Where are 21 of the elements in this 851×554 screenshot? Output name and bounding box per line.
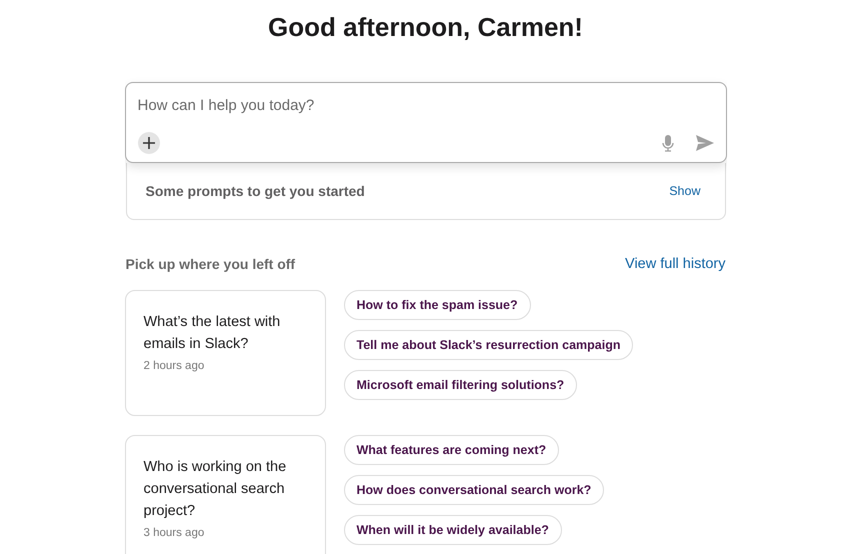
timestamp: 2 hours ago (144, 360, 206, 372)
history-card[interactable]: Who is working on the conversational search project? 3 hours ago (124, 435, 326, 554)
follow-up-chip[interactable]: How does conversational search work? (344, 475, 604, 505)
conversation-question: Who is working on the conversational search project? (144, 458, 288, 521)
history-card[interactable]: What’s the latest with emails in Slack? 2 hours ago (124, 290, 326, 416)
greeting-heading: Good afternoon, Carmen! (267, 12, 584, 44)
section-title: Pick up where you left off (126, 256, 296, 272)
send-icon[interactable] (696, 135, 714, 151)
follow-up-chip[interactable]: How to fix the spam issue? (344, 290, 531, 320)
microphone-icon[interactable] (662, 134, 674, 152)
history-link[interactable]: View full history (625, 256, 726, 272)
follow-up-chip[interactable]: When will it be widely available? (344, 515, 562, 545)
timestamp: 3 hours ago (144, 527, 206, 539)
prompts-label: Some prompts to get you started (146, 183, 365, 199)
show-link[interactable]: Show (669, 184, 700, 198)
follow-up-chip[interactable]: Microsoft email filtering solutions? (344, 370, 578, 400)
follow-up-chip[interactable]: Tell me about Slack’s resurrection campaign (344, 330, 634, 360)
plus-icon (142, 136, 156, 150)
conversation-question: What’s the latest with emails in Slack? (144, 313, 282, 354)
follow-up-chip[interactable]: What features are coming next? (344, 435, 560, 465)
add-button[interactable] (138, 132, 160, 154)
